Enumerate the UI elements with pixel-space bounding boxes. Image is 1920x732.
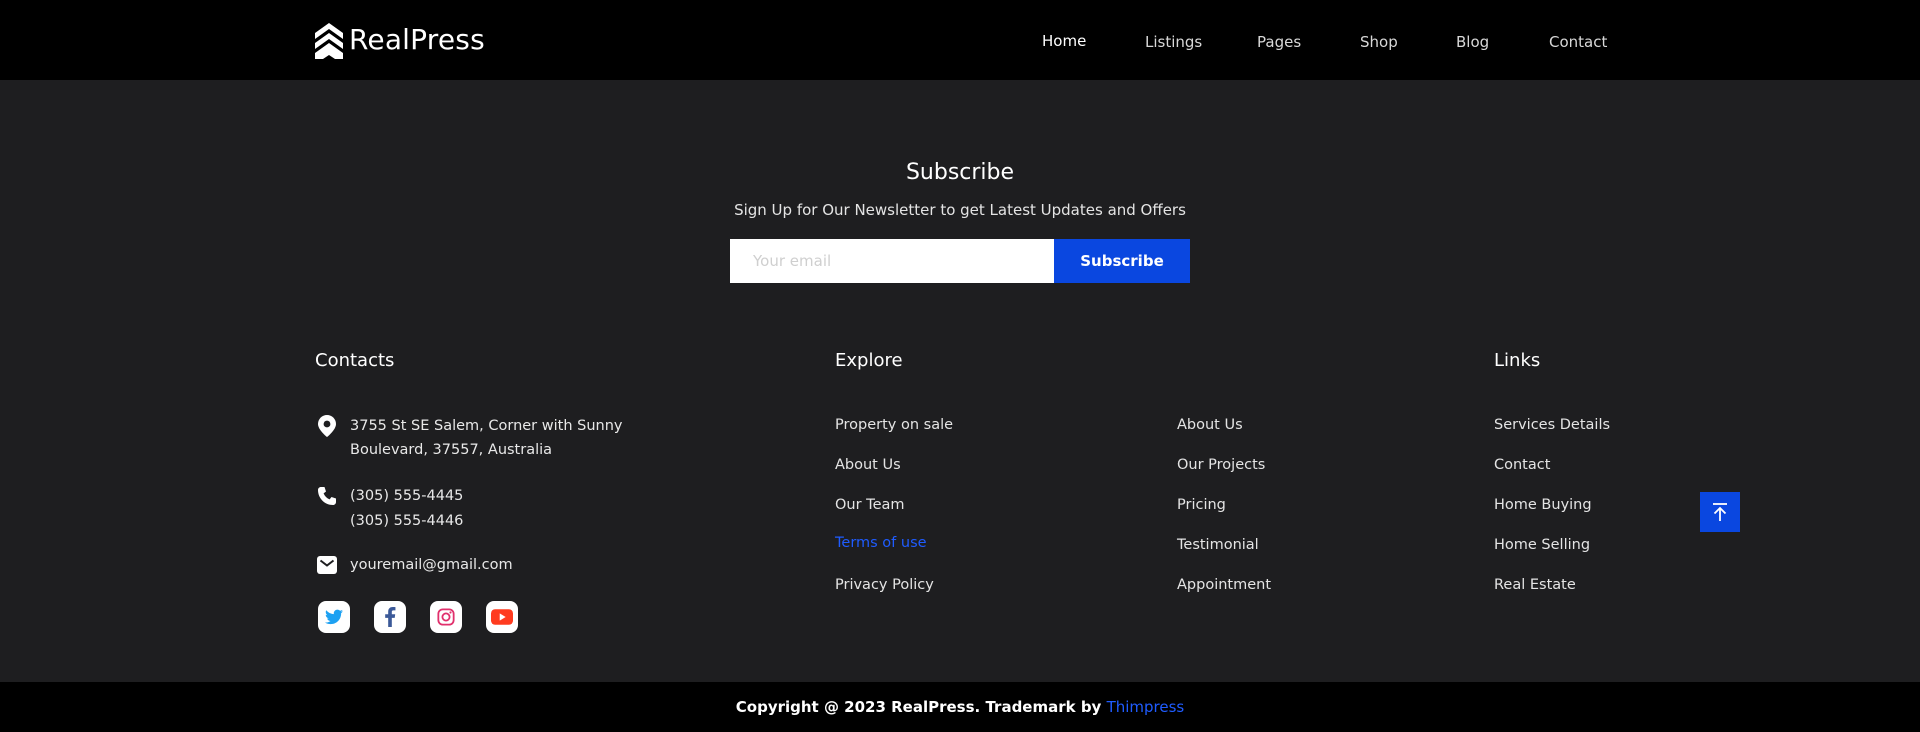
explore-heading: Explore — [835, 350, 903, 371]
explore-link-property-on-sale[interactable]: Property on sale — [835, 417, 953, 433]
thimpress-link[interactable]: Thimpress — [1107, 698, 1185, 716]
links-item-contact[interactable]: Contact — [1494, 457, 1550, 473]
copyright-bar: Copyright @ 2023 RealPress. Trademark by… — [0, 682, 1920, 732]
nav-item-pages[interactable]: Pages — [1257, 0, 1301, 80]
subscribe-description: Sign Up for Our Newsletter to get Latest… — [734, 201, 1186, 219]
explore-link-testimonial[interactable]: Testimonial — [1177, 537, 1259, 553]
twitter-icon[interactable] — [318, 601, 350, 633]
links-item-real-estate[interactable]: Real Estate — [1494, 577, 1576, 593]
nav-item-home[interactable]: Home — [1042, 0, 1086, 80]
contact-email[interactable]: youremail@gmail.com — [350, 553, 513, 577]
realpress-logo-icon — [315, 23, 343, 59]
envelope-icon — [316, 554, 338, 576]
nav-item-shop[interactable]: Shop — [1360, 0, 1398, 80]
instagram-icon[interactable] — [430, 601, 462, 633]
explore-link-terms-of-use[interactable]: Terms of use — [835, 535, 927, 551]
brand-name: RealPress — [349, 22, 485, 56]
links-heading: Links — [1494, 350, 1541, 371]
phone-number-2[interactable]: (305) 555-4446 — [350, 509, 463, 533]
address-line-2: Boulevard, 37557, Australia — [350, 442, 553, 458]
top-navbar: RealPress Home Listings Pages Shop Blog … — [0, 0, 1920, 80]
youtube-icon[interactable] — [486, 601, 518, 633]
explore-link-about-us-2[interactable]: About Us — [1177, 417, 1243, 433]
back-to-top-button[interactable] — [1700, 492, 1740, 532]
map-pin-icon — [316, 415, 338, 437]
nav-item-contact[interactable]: Contact — [1549, 0, 1607, 80]
explore-link-about-us[interactable]: About Us — [835, 457, 901, 473]
links-item-home-buying[interactable]: Home Buying — [1494, 497, 1592, 513]
brand-logo[interactable]: RealPress — [315, 19, 485, 59]
explore-link-our-team[interactable]: Our Team — [835, 497, 905, 513]
nav-item-listings[interactable]: Listings — [1145, 0, 1202, 80]
phone-icon — [316, 485, 338, 507]
explore-link-our-projects[interactable]: Our Projects — [1177, 457, 1265, 473]
explore-link-pricing[interactable]: Pricing — [1177, 497, 1226, 513]
email-input[interactable] — [730, 239, 1054, 283]
facebook-icon[interactable] — [374, 601, 406, 633]
address-line-1: 3755 St SE Salem, Corner with Sunny — [350, 418, 623, 434]
contacts-heading: Contacts — [315, 350, 395, 371]
links-item-services-details[interactable]: Services Details — [1494, 417, 1610, 433]
phone-number-1[interactable]: (305) 555-4445 — [350, 484, 463, 508]
explore-link-privacy-policy[interactable]: Privacy Policy — [835, 577, 934, 593]
arrow-up-to-top-icon — [1713, 503, 1727, 521]
copyright-text: Copyright @ 2023 RealPress. Trademark by — [735, 698, 1107, 716]
explore-link-appointment[interactable]: Appointment — [1177, 577, 1271, 593]
subscribe-title: Subscribe — [905, 160, 1015, 185]
links-item-home-selling[interactable]: Home Selling — [1494, 537, 1590, 553]
subscribe-button[interactable]: Subscribe — [1054, 239, 1190, 283]
nav-item-blog[interactable]: Blog — [1456, 0, 1489, 80]
